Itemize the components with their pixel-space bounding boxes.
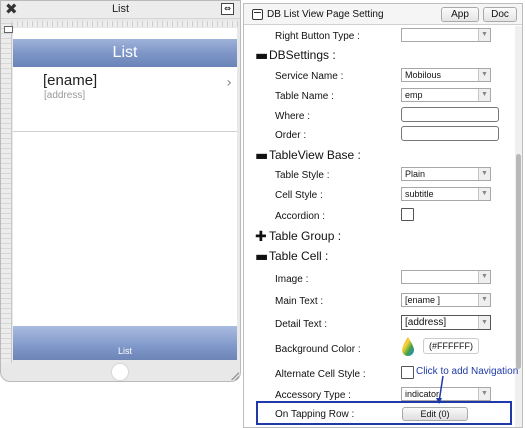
annotation-arrow-icon — [436, 375, 444, 404]
